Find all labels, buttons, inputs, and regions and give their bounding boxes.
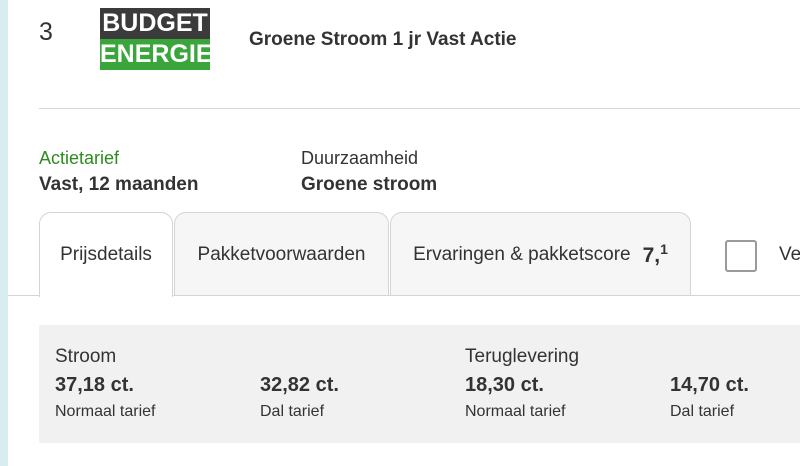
stroom-normal-value: 37,18 ct. — [55, 374, 134, 396]
tab-prijsdetails[interactable]: Prijsdetails — [39, 212, 173, 297]
teruglevering-normal: Teruglevering 18,30 ct. Normaal tarief — [465, 344, 579, 424]
teruglevering-low: 14,70 ct. Dal tarief — [670, 370, 749, 424]
tab-label: Prijsdetails — [60, 244, 152, 265]
stroom-normal: Stroom 37,18 ct. Normaal tarief — [55, 344, 155, 424]
header-divider — [39, 108, 800, 109]
tariff-value: Vast, 12 maanden — [39, 174, 199, 195]
provider-logo[interactable]: BUDGET ENERGIE — [100, 8, 213, 70]
stroom-low-value: 32,82 ct. — [260, 374, 339, 396]
tab-ervaringen-pakketscore[interactable]: Ervaringen & pakketscore 7,1 — [390, 212, 691, 296]
tab-label: Pakketvoorwaarden — [197, 243, 366, 265]
logo-top-text: BUDGET — [100, 8, 210, 39]
logo-bottom-text: ENERGIE — [100, 39, 213, 70]
tariff-label: Actietarief — [39, 148, 120, 168]
sustainability-label: Duurzaamheid — [301, 148, 419, 168]
tab-pakketvoorwaarden[interactable]: Pakketvoorwaarden — [174, 212, 389, 296]
product-name[interactable]: Groene Stroom 1 jr Vast Actie — [249, 29, 517, 51]
stroom-low-label: Dal tarief — [260, 403, 325, 420]
price-details-panel: Stroom 37,18 ct. Normaal tarief 32,82 ct… — [39, 325, 800, 443]
sustainability-info: Duurzaamheid Groene stroom — [301, 146, 437, 200]
stroom-normal-label: Normaal tarief — [55, 403, 156, 420]
teruglevering-normal-label: Normaal tarief — [465, 403, 566, 420]
tariff-info: Actietarief Vast, 12 maanden — [39, 146, 198, 200]
teruglevering-low-value: 14,70 ct. — [670, 374, 749, 396]
compare-checkbox[interactable] — [725, 240, 757, 272]
package-score: 7,1 — [642, 241, 668, 267]
compare-label[interactable]: Ve — [779, 244, 800, 266]
stroom-title: Stroom — [55, 346, 117, 367]
sustainability-value: Groene stroom — [301, 174, 438, 195]
teruglevering-normal-value: 18,30 ct. — [465, 374, 544, 396]
stroom-low: 32,82 ct. Dal tarief — [260, 370, 339, 424]
teruglevering-low-label: Dal tarief — [670, 403, 735, 420]
left-accent-bar — [0, 0, 8, 466]
tab-label: Ervaringen & pakketscore — [413, 243, 631, 265]
teruglevering-title: Teruglevering — [465, 346, 580, 367]
rank-number: 3 — [39, 18, 53, 46]
